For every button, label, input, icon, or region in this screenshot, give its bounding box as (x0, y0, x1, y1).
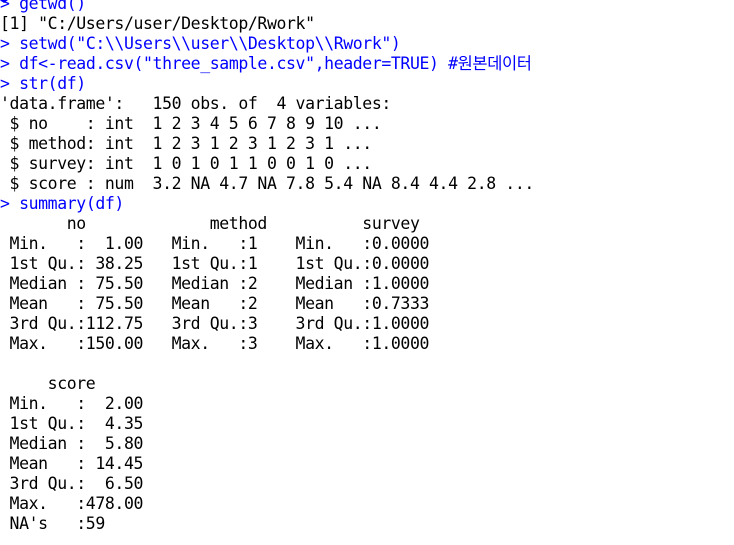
console-prompt: > (0, 194, 20, 213)
output-text: Min. : 1.00 Min. :1 Min. :0.0000 (0, 234, 449, 253)
console-prompt: > (0, 0, 20, 13)
console-output-line: NA's :59 (0, 514, 734, 534)
console-output-line: $ survey: int 1 0 1 0 1 1 0 0 1 0 ... (0, 154, 734, 174)
output-text: 'data.frame': 150 obs. of 4 variables: (0, 94, 391, 113)
console-output-line: 'data.frame': 150 obs. of 4 variables: (0, 94, 734, 114)
output-text: $ method: int 1 2 3 1 2 3 1 2 3 1 ... (0, 134, 373, 153)
console-output-line: score (0, 374, 734, 394)
output-text: Mean : 75.50 Mean :2 Mean :0.7333 (0, 294, 449, 313)
output-text: [1] "C:/Users/user/Desktop/Rwork" (0, 14, 315, 33)
console-output-line: Mean : 75.50 Mean :2 Mean :0.7333 (0, 294, 734, 314)
console-output-line: 1st Qu.: 38.25 1st Qu.:1 1st Qu.:0.0000 (0, 254, 734, 274)
console-output-line: no method survey (0, 214, 734, 234)
console-output-line (0, 354, 734, 374)
output-text: Mean : 14.45 (0, 454, 163, 473)
command-text: str(df) (19, 74, 86, 93)
output-text: $ score : num 3.2 NA 4.7 NA 7.8 5.4 NA 8… (0, 174, 535, 193)
output-text: $ no : int 1 2 3 4 5 6 7 8 9 10 ... (0, 114, 382, 133)
console-output-line: 3rd Qu.: 6.50 (0, 474, 734, 494)
output-text: 1st Qu.: 38.25 1st Qu.:1 1st Qu.:0.0000 (0, 254, 449, 273)
command-text: df<-read.csv("three_sample.csv",header=T… (19, 54, 532, 73)
output-text: no method survey (0, 214, 477, 233)
console-prompt: > (0, 54, 20, 73)
r-console-output[interactable]: > getwd() [1] "C:/Users/user/Desktop/Rwor… (0, 0, 734, 534)
console-output-line: 1st Qu.: 4.35 (0, 414, 734, 434)
output-text: 3rd Qu.: 6.50 (0, 474, 163, 493)
console-output-line: Min. : 1.00 Min. :1 Min. :0.0000 (0, 234, 734, 254)
console-command-line: > getwd() (0, 0, 734, 14)
output-text: Max. :150.00 Max. :3 Max. :1.0000 (0, 334, 449, 353)
output-text: Min. : 2.00 (0, 394, 163, 413)
console-prompt: > (0, 74, 20, 93)
console-output-line: Mean : 14.45 (0, 454, 734, 474)
console-output-line: Min. : 2.00 (0, 394, 734, 414)
output-text: Max. :478.00 (0, 494, 163, 513)
console-prompt: > (0, 34, 20, 53)
output-text: Median : 5.80 (0, 434, 163, 453)
console-command-line: > summary(df) (0, 194, 734, 214)
command-text: setwd("C:\\Users\\user\\Desktop\\Rwork") (19, 34, 401, 53)
output-text: 1st Qu.: 4.35 (0, 414, 163, 433)
output-text: NA's :59 (0, 514, 163, 533)
console-output-line: Median : 75.50 Median :2 Median :1.0000 (0, 274, 734, 294)
console-output-line: [1] "C:/Users/user/Desktop/Rwork" (0, 14, 734, 34)
command-text: getwd() (19, 0, 86, 13)
console-command-line: > df<-read.csv("three_sample.csv",header… (0, 54, 734, 74)
command-text: summary(df) (19, 194, 124, 213)
output-text: 3rd Qu.:112.75 3rd Qu.:3 3rd Qu.:1.0000 (0, 314, 449, 333)
console-command-line: > setwd("C:\\Users\\user\\Desktop\\Rwork… (0, 34, 734, 54)
console-output-line: Max. :478.00 (0, 494, 734, 514)
output-text: score (0, 374, 163, 393)
console-output-line: $ no : int 1 2 3 4 5 6 7 8 9 10 ... (0, 114, 734, 134)
console-output-line: $ method: int 1 2 3 1 2 3 1 2 3 1 ... (0, 134, 734, 154)
console-output-line: 3rd Qu.:112.75 3rd Qu.:3 3rd Qu.:1.0000 (0, 314, 734, 334)
console-output-line: $ score : num 3.2 NA 4.7 NA 7.8 5.4 NA 8… (0, 174, 734, 194)
console-command-line: > str(df) (0, 74, 734, 94)
console-output-line: Median : 5.80 (0, 434, 734, 454)
output-text: $ survey: int 1 0 1 0 1 1 0 0 1 0 ... (0, 154, 373, 173)
output-text: Median : 75.50 Median :2 Median :1.0000 (0, 274, 449, 293)
console-output-line: Max. :150.00 Max. :3 Max. :1.0000 (0, 334, 734, 354)
